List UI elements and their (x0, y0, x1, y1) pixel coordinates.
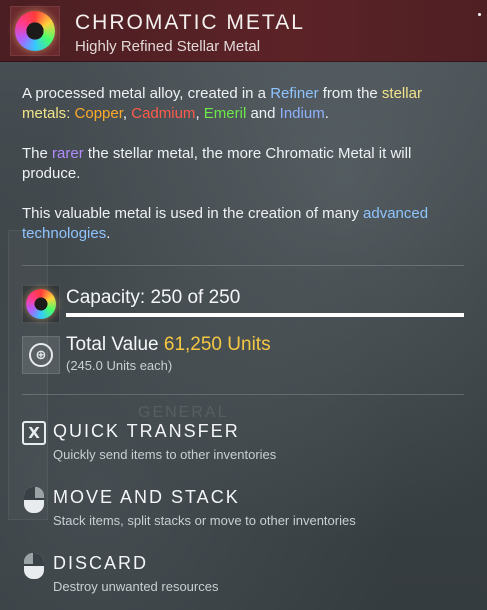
mouse-left-click-icon (22, 487, 46, 513)
description-paragraph-2: The rarer the stellar metal, the more Ch… (22, 144, 452, 184)
item-header: CHROMATIC METAL Highly Refined Stellar M… (0, 0, 487, 62)
desc-text: The (22, 145, 53, 162)
item-icon-frame (10, 6, 60, 56)
header-indicator-dot (478, 13, 481, 16)
rarer-term: rarer (52, 145, 84, 162)
move-and-stack-action[interactable]: MOVE AND STACK Stack items, split stacks… (22, 486, 464, 532)
units-currency-icon: ⊕ (29, 343, 53, 367)
capacity-bar (66, 313, 464, 317)
background-inventory-panel (8, 230, 48, 520)
emeril-term: Emeril (203, 105, 247, 122)
mouse-right-click-icon (22, 553, 46, 579)
total-value-label: Total Value (66, 334, 159, 355)
quick-transfer-action[interactable]: X QUICK TRANSFER Quickly send items to o… (22, 420, 464, 466)
indium-term: Indium (279, 105, 325, 122)
units-icon-frame: ⊕ (22, 336, 60, 374)
total-value-amount: 61,250 Units (163, 334, 271, 355)
cadmium-term: Cadmium (131, 105, 196, 122)
desc-text: . (324, 105, 329, 122)
discard-action[interactable]: DISCARD Destroy unwanted resources (22, 552, 464, 598)
item-title: CHROMATIC METAL (75, 11, 305, 34)
unit-value-each: (245.0 Units each) (66, 358, 173, 373)
item-subtitle: Highly Refined Stellar Metal (75, 38, 261, 55)
chromatic-metal-orb-icon (26, 289, 56, 319)
move-and-stack-title: MOVE AND STACK (53, 487, 240, 507)
discard-desc: Destroy unwanted resources (53, 579, 219, 594)
capacity-label: Capacity: 250 of 250 (66, 287, 241, 308)
x-key-icon: X (22, 421, 46, 445)
desc-text: , (122, 105, 132, 122)
divider (22, 265, 464, 266)
chromatic-metal-orb-icon (15, 11, 55, 51)
desc-text: . (106, 225, 111, 242)
quick-transfer-title: QUICK TRANSFER (53, 421, 240, 441)
desc-text: from the (318, 85, 382, 102)
desc-text: : (66, 105, 75, 122)
capacity-bar-fill (66, 313, 464, 317)
copper-term: Copper (74, 105, 123, 122)
discard-title: DISCARD (53, 553, 149, 573)
desc-text: and (246, 105, 280, 122)
move-and-stack-desc: Stack items, split stacks or move to oth… (53, 513, 356, 528)
desc-text: A processed metal alloy, created in a (22, 85, 271, 102)
capacity-item-icon (22, 285, 60, 323)
description-paragraph-3: This valuable metal is used in the creat… (22, 204, 452, 244)
description-paragraph-1: A processed metal alloy, created in a Re… (22, 84, 452, 124)
quick-transfer-desc: Quickly send items to other inventories (53, 447, 277, 462)
total-value: Total Value 61,250 Units (66, 334, 271, 356)
desc-text: , (195, 105, 204, 122)
desc-text: This valuable metal is used in the creat… (22, 205, 364, 222)
divider (22, 394, 464, 395)
refiner-link: Refiner (270, 85, 319, 102)
